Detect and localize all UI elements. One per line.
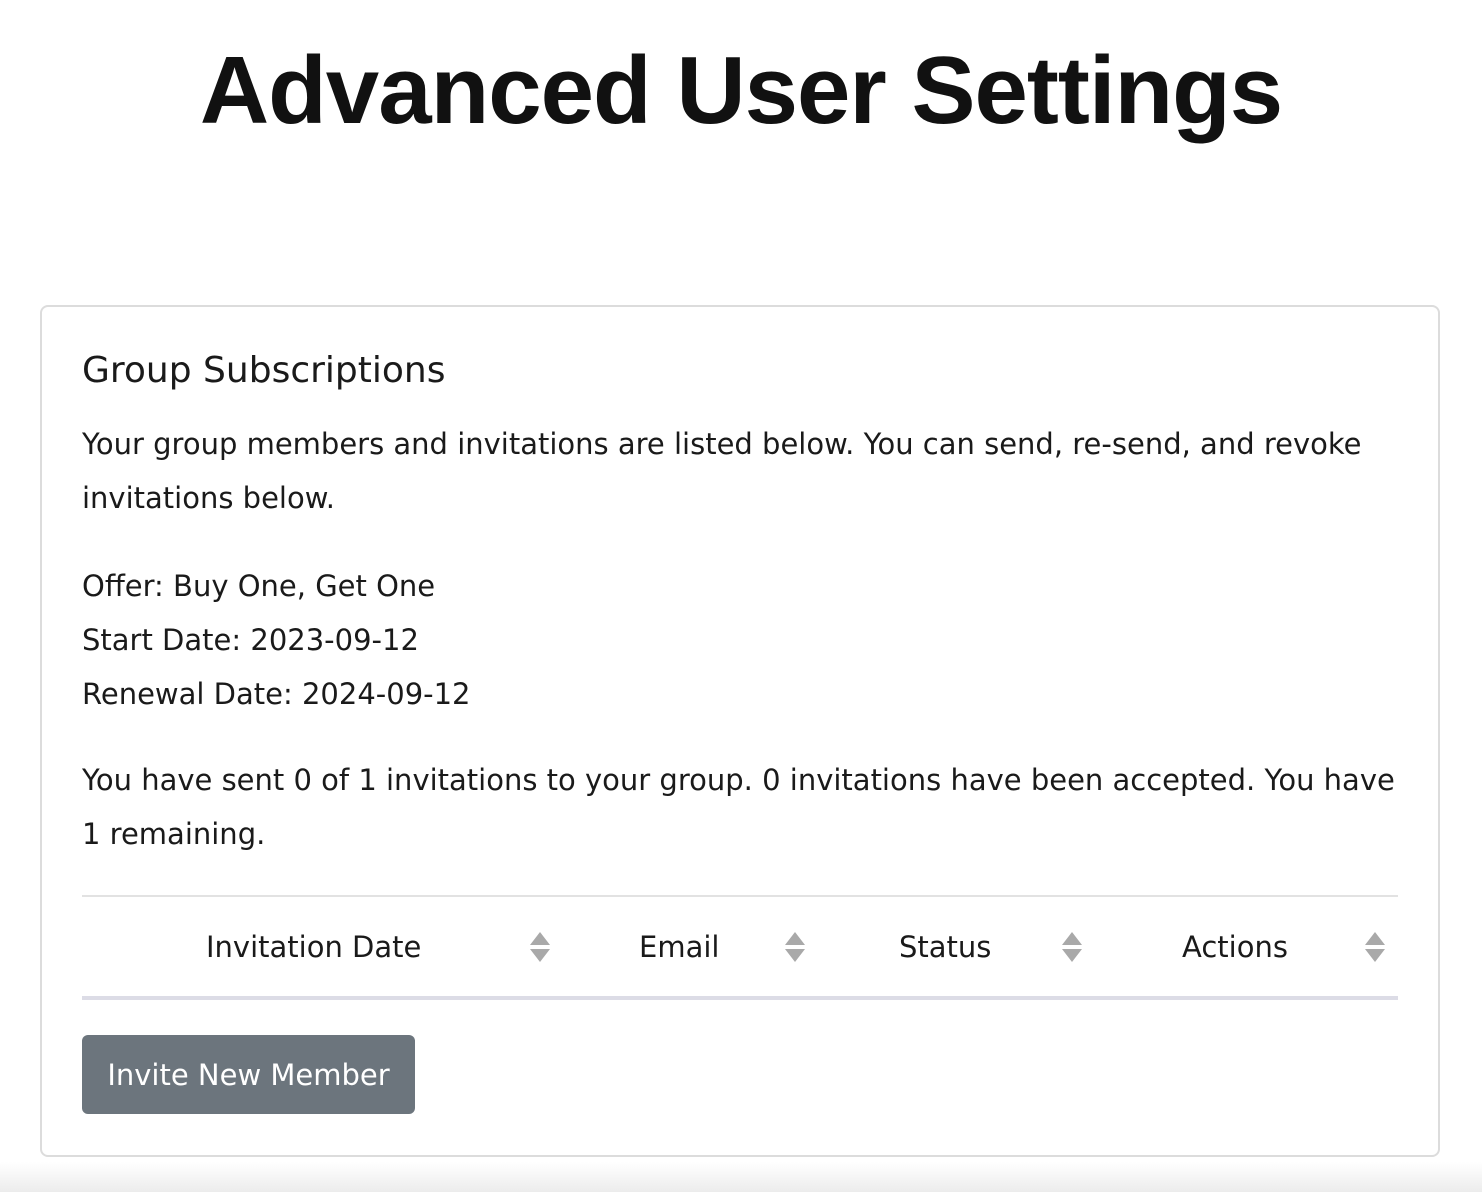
sort-icon[interactable] (1364, 931, 1386, 963)
column-label: Invitation Date (206, 929, 422, 964)
page-title: Advanced User Settings (199, 37, 1283, 144)
invite-new-member-button[interactable]: Invite New Member (82, 1035, 415, 1114)
column-label: Actions (1182, 929, 1288, 964)
column-label: Status (899, 929, 992, 964)
column-header-actions[interactable]: Actions (1092, 897, 1398, 996)
card-description: Your group members and invitations are l… (82, 427, 1362, 515)
invitations-table: Invitation Date Email Status Actions (82, 895, 1398, 1000)
sort-icon[interactable] (529, 931, 551, 963)
group-subscriptions-card: Group Subscriptions Your group members a… (40, 305, 1440, 1157)
column-header-email[interactable]: Email (562, 897, 812, 996)
column-header-status[interactable]: Status (812, 897, 1092, 996)
sort-icon[interactable] (784, 931, 806, 963)
start-date-text: Start Date: 2023-09-12 (82, 623, 419, 657)
subscription-info: Offer: Buy One, Get One Start Date: 2023… (82, 559, 1398, 721)
card-title: Group Subscriptions (82, 350, 446, 391)
column-label: Email (639, 929, 720, 964)
page-bottom-edge (0, 1162, 1482, 1192)
sort-icon[interactable] (1061, 931, 1083, 963)
column-header-invitation-date[interactable]: Invitation Date (82, 897, 562, 996)
offer-text: Offer: Buy One, Get One (82, 569, 436, 603)
invitation-summary: You have sent 0 of 1 invitations to your… (82, 763, 1395, 851)
renewal-date-text: Renewal Date: 2024-09-12 (82, 677, 471, 711)
